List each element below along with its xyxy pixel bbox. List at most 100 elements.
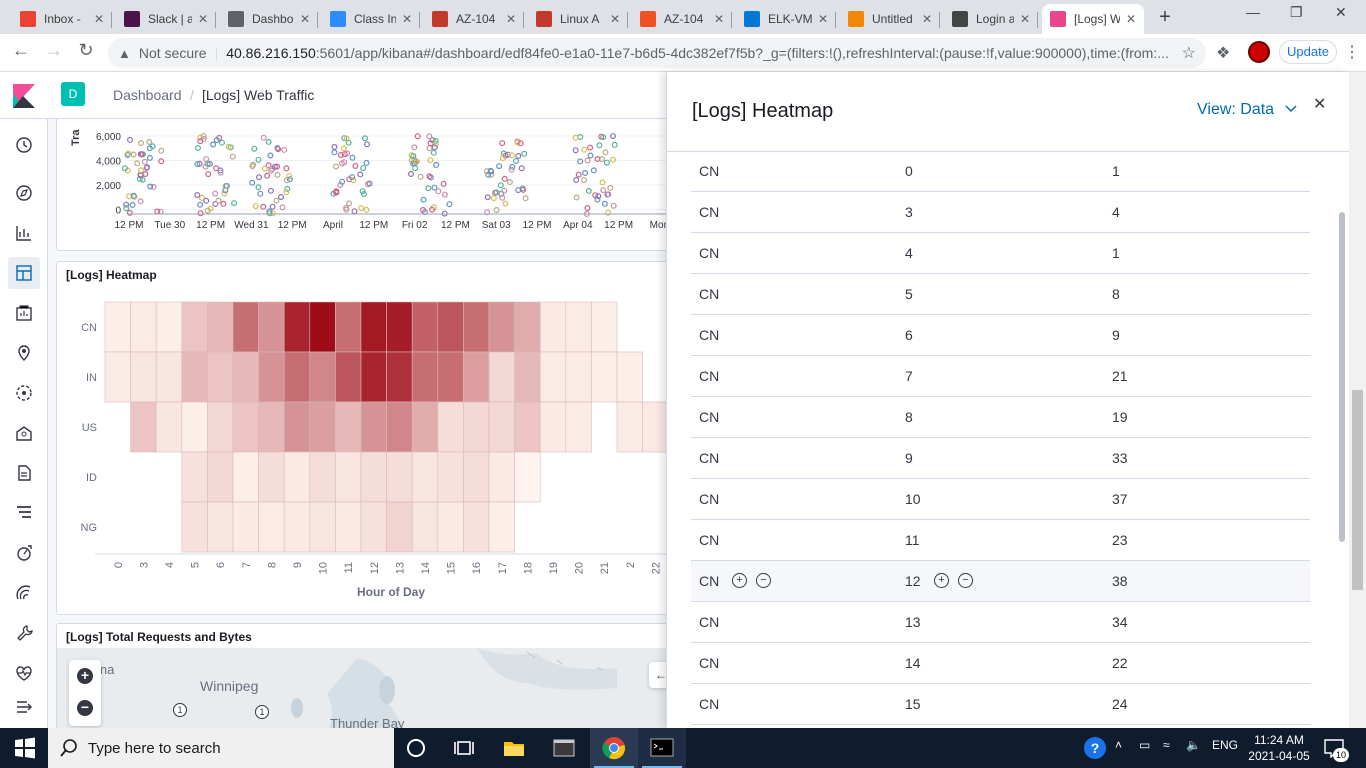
heatmap-cell[interactable] (360, 351, 387, 403)
scatter-point[interactable] (197, 210, 204, 217)
scatter-point[interactable] (283, 165, 290, 172)
heatmap-cell[interactable] (488, 351, 515, 403)
heatmap-cell[interactable] (130, 301, 157, 353)
scatter-point[interactable] (126, 136, 133, 143)
scatter-point[interactable] (515, 152, 522, 159)
browser-tab[interactable]: Inbox - ✕ (12, 4, 112, 34)
scatter-point[interactable] (283, 177, 290, 184)
scatter-point[interactable] (426, 145, 433, 152)
terminal-app-icon[interactable] (552, 736, 576, 760)
table-row[interactable]: CN 0 1 (691, 152, 1310, 192)
heatmap-cell[interactable] (155, 351, 183, 403)
scatter-point[interactable] (362, 135, 369, 142)
scatter-point[interactable] (333, 163, 340, 170)
heatmap-cell[interactable] (232, 301, 259, 353)
heatmap-cell[interactable] (616, 351, 643, 403)
zoom-in-icon[interactable]: + (77, 668, 93, 684)
scatter-point[interactable] (521, 150, 528, 157)
heatmap-cell[interactable] (514, 351, 541, 403)
scatter-point[interactable] (573, 176, 580, 183)
heatmap-cell[interactable] (591, 301, 618, 353)
cmd-taskbar-item[interactable] (638, 728, 686, 768)
heatmap-cell[interactable] (207, 401, 234, 453)
restore-button[interactable]: ❐ (1290, 4, 1303, 21)
scatter-point[interactable] (255, 156, 262, 163)
scatter-point[interactable] (572, 147, 579, 154)
browser-tab[interactable]: Untitled ✕ (840, 4, 940, 34)
scatter-point[interactable] (420, 196, 427, 203)
cortana-icon[interactable] (404, 736, 428, 760)
scatter-point[interactable] (573, 194, 580, 201)
table-row[interactable]: CN 11 23 (691, 520, 1310, 561)
scatter-point[interactable] (484, 194, 491, 201)
heatmap-cell[interactable] (207, 351, 234, 403)
map-layers-toggle-icon[interactable]: ← (649, 662, 666, 688)
wifi-icon[interactable]: ≈ (1163, 738, 1170, 752)
table-row[interactable]: CN 13 34 (691, 602, 1310, 643)
browser-tab[interactable]: Login a ✕ (944, 4, 1038, 34)
scatter-point[interactable] (607, 184, 614, 191)
heatmap-cell[interactable] (386, 301, 413, 353)
nav-infrastructure-icon[interactable] (14, 423, 34, 443)
heatmap-cell[interactable] (258, 451, 285, 503)
scatter-point[interactable] (599, 179, 606, 186)
new-tab-button[interactable]: + (1155, 6, 1175, 29)
scatter-point[interactable] (440, 180, 447, 187)
heatmap-cell[interactable] (488, 501, 515, 553)
heatmap-cell[interactable] (488, 451, 515, 503)
heatmap-cell[interactable] (463, 451, 490, 503)
heatmap-cell[interactable] (335, 301, 362, 353)
heatmap-cell[interactable] (155, 301, 183, 353)
scatter-point[interactable] (518, 165, 525, 172)
heatmap-cell[interactable] (207, 301, 234, 353)
scatter-point[interactable] (331, 144, 338, 151)
bookmark-star-icon[interactable]: ☆ (1182, 43, 1196, 63)
scatter-point[interactable] (587, 152, 594, 159)
scatter-point[interactable] (575, 171, 582, 178)
scatter-point[interactable] (581, 146, 588, 153)
scatter-point[interactable] (210, 141, 217, 148)
scatter-point[interactable] (502, 200, 509, 207)
filter-for-value-icon[interactable]: + (934, 573, 949, 588)
heatmap-cell[interactable] (463, 501, 490, 553)
map-view[interactable]: ina Winnipeg Thunder Bay 1 1 + − ← (57, 648, 666, 728)
help-icon[interactable]: ? (1084, 737, 1106, 759)
heatmap-cell[interactable] (155, 401, 183, 453)
heatmap-cell[interactable] (360, 501, 387, 553)
heatmap-cell[interactable] (386, 351, 413, 403)
browser-tab[interactable]: Dashbo ✕ (220, 4, 318, 34)
close-tab-icon[interactable]: ✕ (1020, 12, 1030, 26)
scatter-point[interactable] (257, 190, 264, 197)
heatmap-cell[interactable] (437, 301, 464, 353)
browser-menu-icon[interactable]: ⋮ (1344, 42, 1360, 62)
heatmap-cell[interactable] (258, 301, 285, 353)
scatter-point[interactable] (126, 209, 133, 216)
scatter-point[interactable] (158, 147, 165, 154)
scatter-point[interactable] (251, 145, 258, 152)
browser-tab[interactable]: ELK-VM ✕ (736, 4, 836, 34)
scatter-point[interactable] (137, 140, 144, 147)
scatter-point[interactable] (490, 195, 497, 202)
scatter-point[interactable] (260, 203, 267, 210)
nav-recent-icon[interactable] (14, 135, 34, 155)
scatter-point[interactable] (146, 154, 153, 161)
minimize-button[interactable]: — (1246, 4, 1260, 20)
scatter-point[interactable] (256, 174, 263, 181)
map-marker[interactable]: 1 (255, 705, 269, 719)
scatter-point[interactable] (611, 141, 618, 148)
scatter-point[interactable] (577, 134, 584, 141)
heatmap-cell[interactable] (283, 451, 311, 503)
heatmap-cell[interactable] (565, 401, 592, 453)
scatter-point[interactable] (129, 201, 136, 208)
table-row[interactable]: CN 8 19 (691, 397, 1310, 438)
heatmap-cell[interactable] (463, 401, 490, 453)
browser-tab[interactable]: Slack | a ✕ (116, 4, 216, 34)
heatmap-cell[interactable] (283, 501, 311, 553)
heatmap-cell[interactable] (207, 501, 234, 553)
heatmap-cell[interactable] (411, 301, 439, 353)
table-row[interactable]: CN 14 22 (691, 643, 1310, 684)
scatter-point[interactable] (590, 167, 597, 174)
table-row[interactable]: CN 6 9 (691, 315, 1310, 356)
heatmap-cell[interactable] (411, 451, 439, 503)
nav-visualize-icon[interactable] (14, 223, 34, 243)
